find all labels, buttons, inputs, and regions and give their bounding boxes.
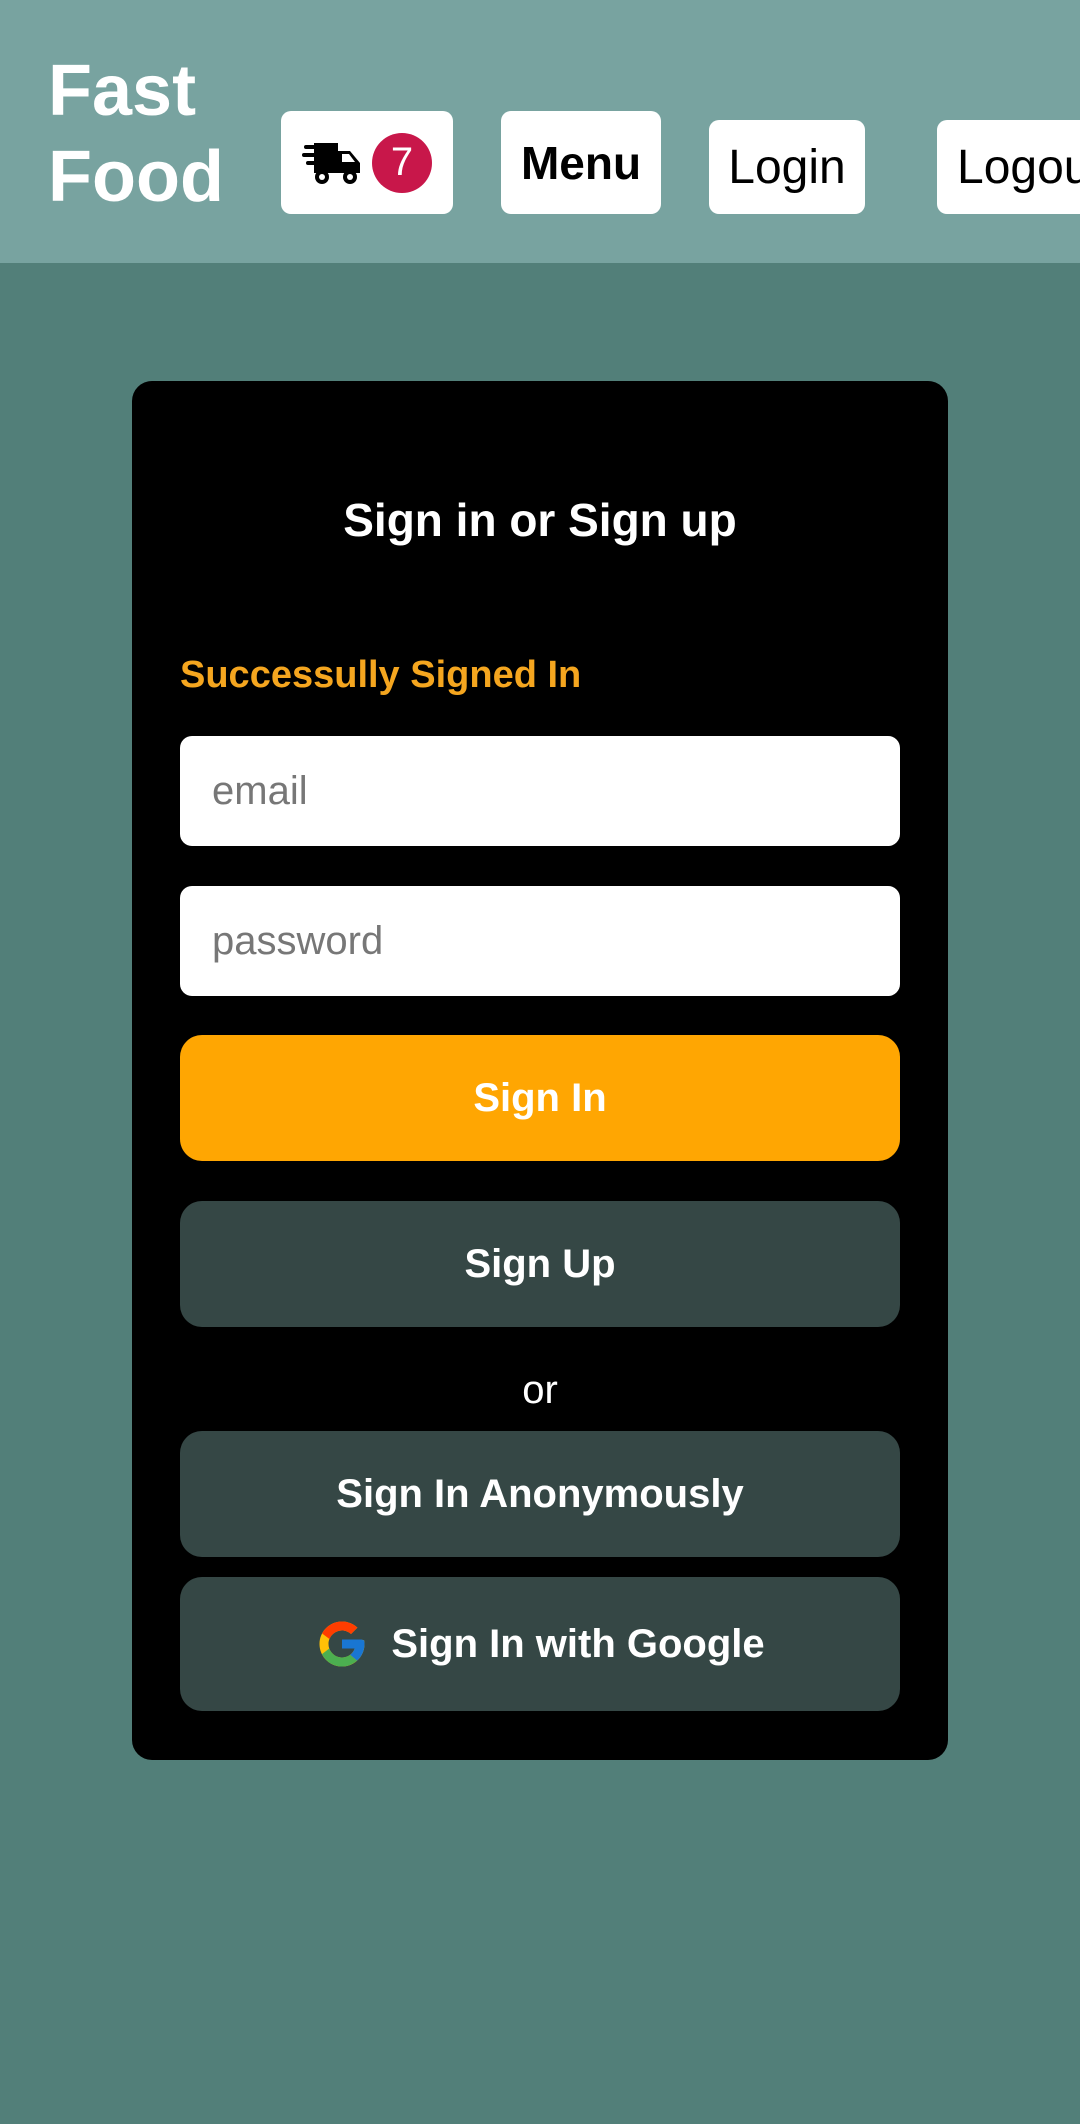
google-icon <box>319 1621 365 1667</box>
cart-button[interactable]: 7 <box>281 111 453 214</box>
sign-in-google-button[interactable]: Sign In with Google <box>180 1577 900 1711</box>
password-field[interactable] <box>180 886 900 996</box>
menu-button[interactable]: Menu <box>501 111 661 214</box>
login-button[interactable]: Login <box>709 120 865 214</box>
auth-title: Sign in or Sign up <box>343 494 737 546</box>
sign-in-button[interactable]: Sign In <box>180 1035 900 1161</box>
or-divider: or <box>522 1368 558 1412</box>
google-button-label: Sign In with Google <box>391 1621 765 1666</box>
truck-icon <box>302 142 360 184</box>
status-message: Successully Signed In <box>180 654 582 696</box>
app-header: Fast Food 7 Menu Login Logout <box>0 0 1080 263</box>
brand-line-2: Food <box>48 137 224 217</box>
brand-line-1: Fast <box>48 51 197 131</box>
cart-count-badge: 7 <box>372 132 432 193</box>
sign-up-button[interactable]: Sign Up <box>180 1201 900 1327</box>
sign-in-anonymously-button[interactable]: Sign In Anonymously <box>180 1431 900 1557</box>
brand-logo[interactable]: Fast Food <box>48 48 248 220</box>
email-field[interactable] <box>180 736 900 846</box>
logout-button[interactable]: Logout <box>937 120 1080 214</box>
